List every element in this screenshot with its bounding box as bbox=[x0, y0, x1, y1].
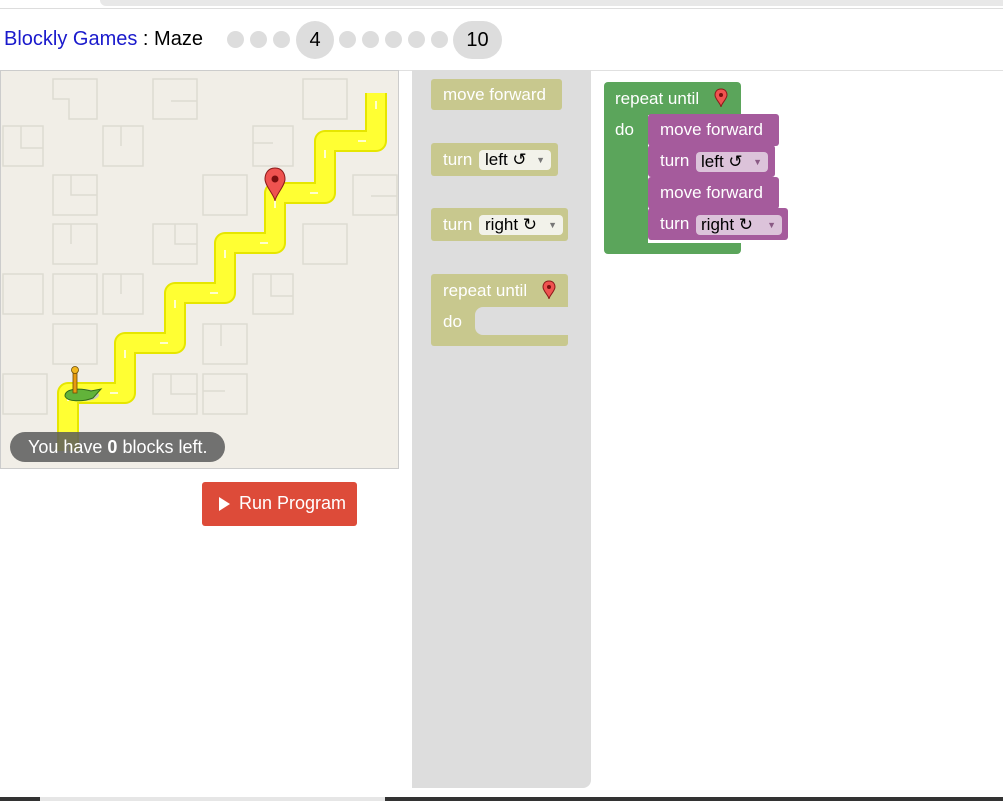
maze-board bbox=[0, 70, 399, 469]
level-1-dot[interactable] bbox=[227, 31, 244, 48]
browser-scrollbar[interactable] bbox=[100, 0, 1003, 6]
dropdown-arrow-icon: ▼ bbox=[753, 157, 762, 167]
dropdown-arrow-icon: ▼ bbox=[767, 220, 776, 230]
direction-dropdown[interactable]: right ↻ ▼ bbox=[696, 215, 782, 235]
dropdown-value: left ↺ bbox=[485, 150, 527, 169]
capacity-suffix: blocks left. bbox=[117, 437, 208, 457]
turn-left-block[interactable]: turn left ↺ ▼ bbox=[648, 145, 775, 177]
dropdown-arrow-icon: ▼ bbox=[548, 220, 557, 230]
toolbox-turn-left-block[interactable]: turn left ↺ ▼ bbox=[431, 143, 558, 176]
game-name: Maze bbox=[154, 28, 203, 50]
direction-dropdown[interactable]: left ↺ ▼ bbox=[479, 150, 551, 170]
dropdown-arrow-icon: ▼ bbox=[536, 155, 545, 165]
dropdown-value: right ↻ bbox=[701, 215, 754, 234]
page-title: Blockly Games : Maze bbox=[4, 28, 203, 51]
header: Blockly Games : Maze 4 10 bbox=[0, 20, 1003, 60]
marker-icon bbox=[542, 280, 556, 300]
statement-slot bbox=[475, 307, 568, 335]
taskbar-segment bbox=[385, 797, 1003, 801]
marker-icon bbox=[714, 88, 728, 108]
level-6-dot[interactable] bbox=[362, 31, 379, 48]
level-8-dot[interactable] bbox=[408, 31, 425, 48]
level-2-dot[interactable] bbox=[250, 31, 267, 48]
turn-right-block[interactable]: turn right ↻ ▼ bbox=[648, 208, 788, 240]
run-program-label: Run Program bbox=[239, 493, 347, 513]
do-label: do bbox=[443, 312, 462, 331]
dropdown-value: left ↺ bbox=[701, 152, 743, 171]
taskbar-strip bbox=[0, 797, 1003, 801]
maze-background-tiles bbox=[2, 78, 398, 415]
block-label: turn bbox=[660, 151, 690, 170]
block-label: repeat until bbox=[615, 89, 700, 108]
block-label: repeat until bbox=[443, 281, 528, 300]
dropdown-value: right ↻ bbox=[485, 215, 538, 234]
do-label: do bbox=[615, 120, 634, 139]
level-7-dot[interactable] bbox=[385, 31, 402, 48]
taskbar-segment bbox=[0, 797, 40, 801]
move-forward-block[interactable]: move forward bbox=[648, 114, 779, 146]
toolbox-move-forward-block[interactable]: move forward bbox=[431, 79, 562, 110]
block-label: move forward bbox=[660, 120, 763, 139]
play-icon bbox=[219, 497, 230, 511]
block-label: turn bbox=[443, 215, 473, 234]
block-label: turn bbox=[660, 214, 690, 233]
direction-dropdown[interactable]: left ↺ ▼ bbox=[696, 152, 768, 172]
divider bbox=[0, 8, 1003, 9]
maze-path bbox=[59, 93, 385, 451]
level-5-dot[interactable] bbox=[339, 31, 356, 48]
current-level-button[interactable]: 4 bbox=[296, 21, 334, 59]
level-9-dot[interactable] bbox=[431, 31, 448, 48]
toolbox-flyout bbox=[412, 70, 591, 788]
capacity-count: 0 bbox=[107, 437, 118, 457]
block-label: move forward bbox=[660, 183, 763, 202]
move-forward-block[interactable]: move forward bbox=[648, 177, 779, 209]
level-3-dot[interactable] bbox=[273, 31, 290, 48]
block-label: move forward bbox=[443, 85, 546, 104]
capacity-prefix: You have bbox=[28, 437, 108, 457]
maze-svg bbox=[2, 78, 398, 451]
toolbox-turn-right-block[interactable]: turn right ↻ ▼ bbox=[431, 208, 568, 241]
direction-dropdown[interactable]: right ↻ ▼ bbox=[479, 215, 563, 235]
level-10-button[interactable]: 10 bbox=[453, 21, 502, 59]
run-program-button[interactable]: Run Program bbox=[202, 482, 357, 526]
block-label: turn bbox=[443, 150, 473, 169]
title-separator: : bbox=[137, 28, 155, 50]
toolbox-repeat-until-block[interactable]: repeat until do bbox=[431, 274, 568, 346]
blockly-games-link[interactable]: Blockly Games bbox=[4, 28, 137, 50]
blocks-left-bubble: You have 0 blocks left. bbox=[10, 432, 226, 462]
